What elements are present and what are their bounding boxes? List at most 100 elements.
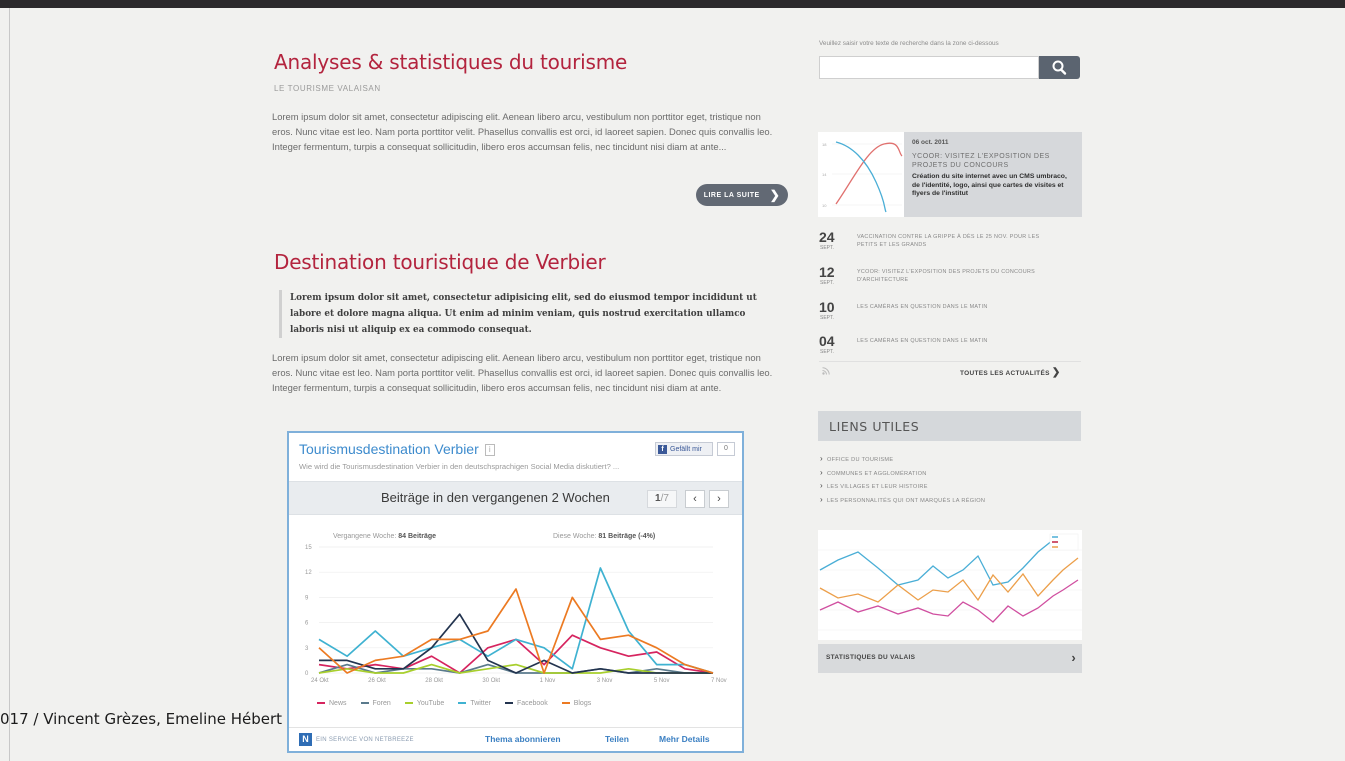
news-item[interactable]: 04 SEPT. LES CAMÉRAS EN QUESTION DANS LE… [819, 333, 1081, 361]
chevron-right-icon: › [1071, 650, 1076, 665]
x-tick-label: 24 Okt [311, 678, 329, 684]
series-line-news [318, 634, 714, 674]
page-total: /7 [660, 493, 669, 504]
legend-swatch [317, 702, 325, 705]
widget-description: Wie wird die Tourismusdestination Verbie… [299, 462, 620, 471]
x-tick-label: 5 Nov [654, 678, 670, 684]
tick-label: 18 [822, 142, 827, 147]
article-title[interactable]: Analyses & statistiques du tourisme [274, 50, 627, 74]
netbreeze-logo: N [299, 733, 312, 746]
facebook-icon: f [658, 444, 667, 454]
legend-item: YouTube [404, 700, 444, 707]
news-item[interactable]: 10 SEPT. LES CAMÉRAS EN QUESTION DANS LE… [819, 299, 1081, 327]
like-label: Gefällt mir [670, 445, 702, 453]
article-body: Lorem ipsum dolor sit amet, consectetur … [272, 111, 773, 153]
chevron-right-icon: › [820, 494, 823, 504]
x-tick-label: 26 Okt [368, 678, 386, 684]
news-month: SEPT. [820, 280, 834, 286]
next-page-button[interactable]: › [709, 490, 729, 508]
rss-icon[interactable] [822, 367, 830, 375]
news-card-text: Création du site internet avec un CMS um… [912, 173, 1067, 197]
statistics-chart [818, 533, 1082, 631]
legend-swatch [504, 702, 513, 705]
facebook-like-button[interactable]: f Gefällt mir [655, 442, 713, 456]
useful-link[interactable]: › LES VILLAGES ET LEUR HISTOIRE [820, 481, 985, 495]
news-text: LES CAMÉRAS EN QUESTION DANS LE MATIN [857, 304, 988, 310]
useful-link[interactable]: › LES PERSONNALITÉS QUI ONT MARQUÉS LA RÉ… [820, 495, 985, 509]
news-month: SEPT. [820, 315, 834, 321]
like-count: 0 [717, 442, 735, 456]
legend-label: News [329, 700, 347, 707]
news-day: 12 [819, 264, 835, 280]
subscribe-link[interactable]: Thema abonnieren [485, 734, 561, 744]
news-month: SEPT. [820, 245, 834, 251]
news-day: 24 [819, 229, 835, 245]
legend-item: Twitter [458, 700, 491, 707]
news-item[interactable]: 24 SEPT. VACCINATION CONTRE LA GRIPPE À … [819, 229, 1081, 257]
read-more-label: LIRE LA SUITE [703, 191, 760, 199]
chevron-right-icon: › [820, 481, 823, 490]
x-tick-label: 7 Nov [711, 678, 727, 684]
statistics-thumbnail[interactable] [818, 530, 1082, 640]
article-title-verbier[interactable]: Destination touristique de Verbier [274, 250, 606, 274]
article-quote: Lorem ipsum dolor sit amet, consectetur … [279, 290, 779, 338]
divider [819, 361, 1081, 362]
news-text: LES CAMÉRAS EN QUESTION DANS LE MATIN [857, 338, 988, 344]
useful-link[interactable]: › OFFICE DU TOURISME [820, 454, 985, 468]
legend-label: Foren [372, 700, 391, 707]
y-tick-label: 9 [305, 595, 309, 601]
y-tick-label: 0 [305, 671, 309, 677]
search-label: Veuillez saisir votre texte de recherche… [819, 40, 999, 47]
useful-link-label: LES VILLAGES ET LEUR HISTOIRE [826, 484, 928, 490]
line-chart: 0 3 6 9 12 15 24 Okt 26 Okt 28 Okt 30 Okt 1 Nov 3 N… [305, 545, 727, 684]
useful-links-heading: LIENS UTILES [818, 411, 1081, 441]
left-border [9, 8, 10, 761]
legend-label: Twitter [470, 700, 491, 707]
useful-link[interactable]: › COMMUNES ET AGGLOMÉRATION [820, 468, 985, 482]
search-icon [1052, 60, 1067, 75]
chart-legend: News Foren YouTube Twitter Facebook Blogs [317, 700, 591, 707]
social-media-widget: Tourismusdestination Verbier i Wie wird d… [287, 431, 744, 753]
news-month: SEPT. [820, 349, 834, 355]
news-item[interactable]: 12 SEPT. YCOOR: VISITEZ L'EXPOSITION DES… [819, 264, 1081, 292]
search-button[interactable] [1039, 56, 1080, 79]
x-tick-label: 28 Okt [425, 678, 443, 684]
info-icon[interactable]: i [484, 443, 495, 456]
read-more-button[interactable]: LIRE LA SUITE ❯ [696, 184, 788, 206]
legend-item: Blogs [561, 700, 592, 707]
share-link[interactable]: Teilen [605, 734, 629, 744]
chevron-right-icon: ❯ [1051, 367, 1061, 378]
widget-title[interactable]: Tourismusdestination Verbier [299, 441, 479, 457]
legend-swatch [561, 702, 570, 705]
news-text: YCOOR: VISITEZ L'EXPOSITION DES PROJETS … [857, 269, 1036, 283]
chevron-right-icon: › [820, 467, 823, 477]
legend-swatch [458, 702, 467, 705]
legend-label: Facebook [516, 700, 548, 707]
article-body-verbier: Lorem ipsum dolor sit amet, consectetur … [272, 352, 773, 394]
statistics-label: STATISTIQUES DU VALAIS [826, 654, 916, 661]
more-details-link[interactable]: Mehr Details [659, 734, 710, 744]
news-day: 04 [819, 333, 835, 349]
featured-news-card[interactable]: 18 14 10 06 oct. 2011 YCOOR: VISITEZ L'E… [818, 132, 1082, 217]
legend-swatch [360, 702, 369, 705]
news-text: VACCINATION CONTRE LA GRIPPE À DÈS LE 25… [857, 234, 1040, 248]
photo-credit: 017 / Vincent Grèzes, Emeline Hébert [0, 710, 283, 728]
y-tick-label: 6 [305, 621, 309, 627]
x-tick-label: 30 Okt [482, 678, 500, 684]
widget-footer: N EIN SERVICE VON NETBREEZE Thema abonni… [289, 727, 742, 751]
useful-link-label: LES PERSONNALITÉS QUI ONT MARQUÉS LA RÉG… [826, 497, 986, 504]
search-input[interactable] [819, 56, 1039, 79]
all-news-label: TOUTES LES ACTUALITÉS [960, 370, 1050, 377]
y-tick-label: 12 [305, 570, 312, 576]
widget-toolbar: Beiträge in den vergangenen 2 Wochen 1/7… [289, 481, 742, 515]
news-card-panel: 06 oct. 2011 YCOOR: VISITEZ L'EXPOSITION… [904, 132, 1082, 217]
statistics-link[interactable]: STATISTIQUES DU VALAIS › [818, 644, 1082, 673]
chevron-right-icon: › [820, 454, 823, 463]
all-news-link[interactable]: TOUTES LES ACTUALITÉS ❯ [960, 367, 1061, 378]
legend-label: Blogs [573, 700, 592, 707]
news-day: 10 [819, 299, 835, 315]
x-tick-label: 1 Nov [540, 678, 556, 684]
tick-label: 10 [822, 203, 827, 208]
chevron-right-icon: ❯ [769, 188, 781, 202]
prev-page-button[interactable]: ‹ [685, 490, 705, 508]
